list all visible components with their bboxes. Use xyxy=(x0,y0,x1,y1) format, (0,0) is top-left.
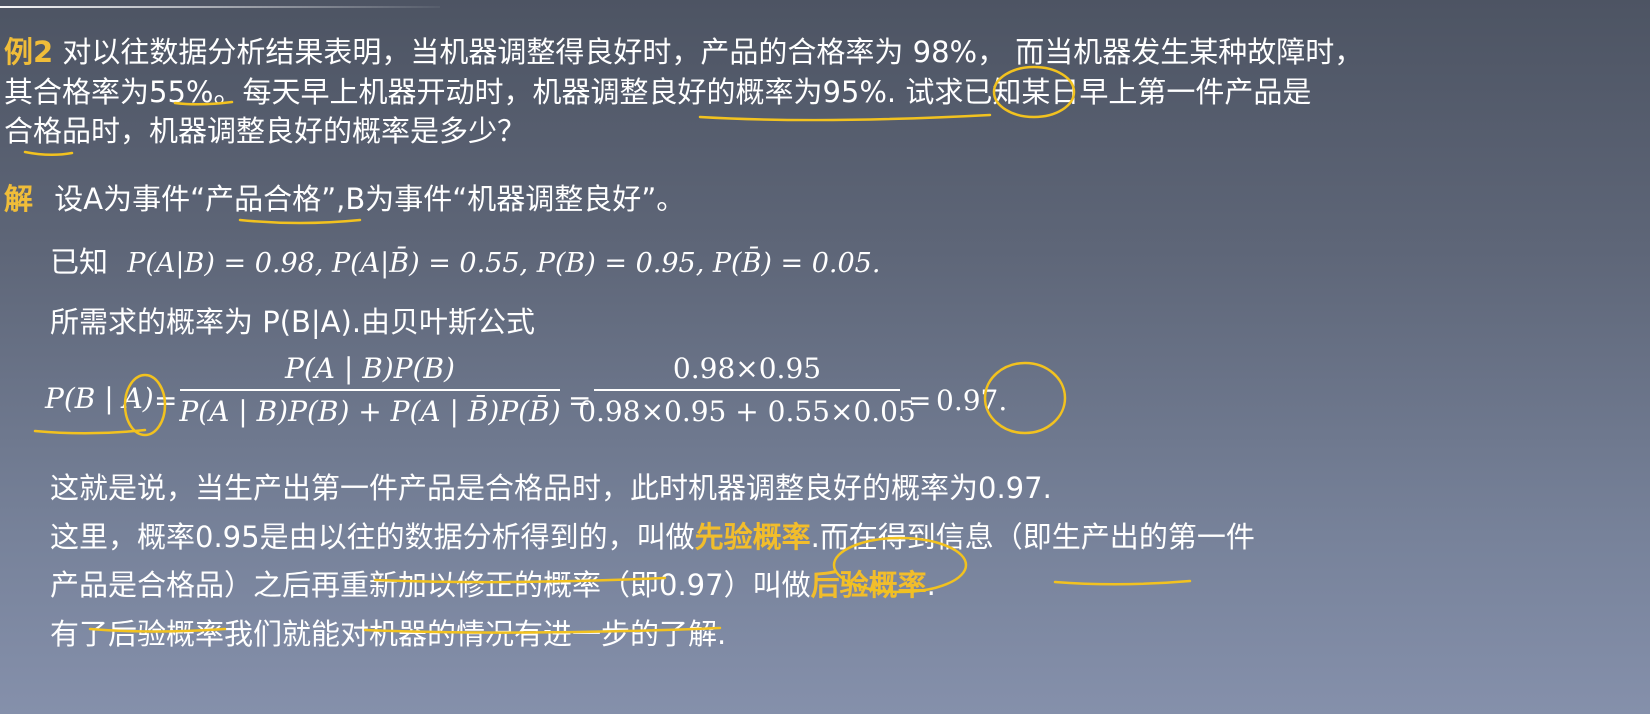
conclusion-line-2-a: 这里，概率0.95是由以往的数据分析得到的，叫做 xyxy=(50,520,695,554)
posterior-probability-term: 后验概率 xyxy=(810,568,927,602)
formula-result: 0.97. xyxy=(936,384,1008,417)
problem-text-1: 对以往数据分析结果表明，当机器调整得良好时，产品的合格率为 98%， 而当机器发… xyxy=(62,35,1364,69)
problem-line-2: 其合格率为55%。每天早上机器开动时，机器调整良好的概率为95%. 试求已知某日… xyxy=(4,75,1312,109)
conclusion-line-1: 这就是说，当生产出第一件产品是合格品时，此时机器调整良好的概率为0.97. xyxy=(50,471,1052,505)
conclusion-line-3-b: . xyxy=(926,568,936,602)
known-label: 已知 xyxy=(50,245,109,279)
underline-he xyxy=(23,150,74,156)
solution-define-line: 解 设A为事件“产品合格”,B为事件“机器调整良好”。 xyxy=(4,181,685,217)
fraction-symbolic-numerator: P(A | B)P(B) xyxy=(285,352,455,385)
known-formula: P(A|B) = 0.98, P(A|B̄) = 0.55, P(B) = 0.… xyxy=(127,248,881,279)
fraction-numeric-numerator: 0.98×0.95 xyxy=(672,352,822,385)
target-line: 所需求的概率为 P(B|A).由贝叶斯公式 xyxy=(50,305,536,339)
underline-product-qualified xyxy=(238,218,362,225)
conclusion-line-4: 有了后验概率我们就能对机器的情况有进一步的了解. xyxy=(50,617,727,651)
top-divider xyxy=(0,6,440,8)
conclusion-line-2-b: .而在得到信息（即生产出的第一件 xyxy=(810,520,1255,554)
example-label: 例2 xyxy=(4,35,54,69)
problem-line-1: 例2 对以往数据分析结果表明，当机器调整得良好时，产品的合格率为 98%， 而当… xyxy=(4,34,1363,70)
conclusion-line-2: 这里，概率0.95是由以往的数据分析得到的，叫做先验概率.而在得到信息（即生产出… xyxy=(50,519,1255,555)
problem-line-3: 合格品时，机器调整良好的概率是多少？ xyxy=(4,114,527,148)
conclusion-line-3-a: 产品是合格品）之后再重新加以修正的概率（即0.97）叫做 xyxy=(50,568,811,602)
solution-label: 解 xyxy=(4,182,34,216)
formula-fraction-numeric: 0.98×0.95 0.98×0.95 + 0.55×0.05 xyxy=(578,352,916,428)
prior-probability-term: 先验概率 xyxy=(694,520,811,554)
underline-get-information xyxy=(1053,579,1192,586)
formula-equals-3: = xyxy=(908,384,932,417)
solution-define-text: 设A为事件“产品合格”,B为事件“机器调整良好”。 xyxy=(54,182,686,216)
fraction-symbolic-denominator: P(A | B)P(B) + P(A | B̄)P(B̄) xyxy=(179,395,561,428)
conclusion-line-3: 产品是合格品）之后再重新加以修正的概率（即0.97）叫做后验概率. xyxy=(50,567,936,603)
bayes-formula: P(B | A) = P(A | B)P(B) P(A | B)P(B) + P… xyxy=(30,352,1070,452)
known-values-line: 已知 P(A|B) = 0.98, P(A|B̄) = 0.55, P(B) =… xyxy=(50,244,880,282)
underline-machine-good-probability xyxy=(698,113,992,122)
fraction-numeric-denominator: 0.98×0.95 + 0.55×0.05 xyxy=(578,395,916,428)
formula-fraction-symbolic: P(A | B)P(B) P(A | B)P(B) + P(A | B̄)P(B… xyxy=(179,352,560,428)
formula-lhs: P(B | A) xyxy=(45,382,154,415)
